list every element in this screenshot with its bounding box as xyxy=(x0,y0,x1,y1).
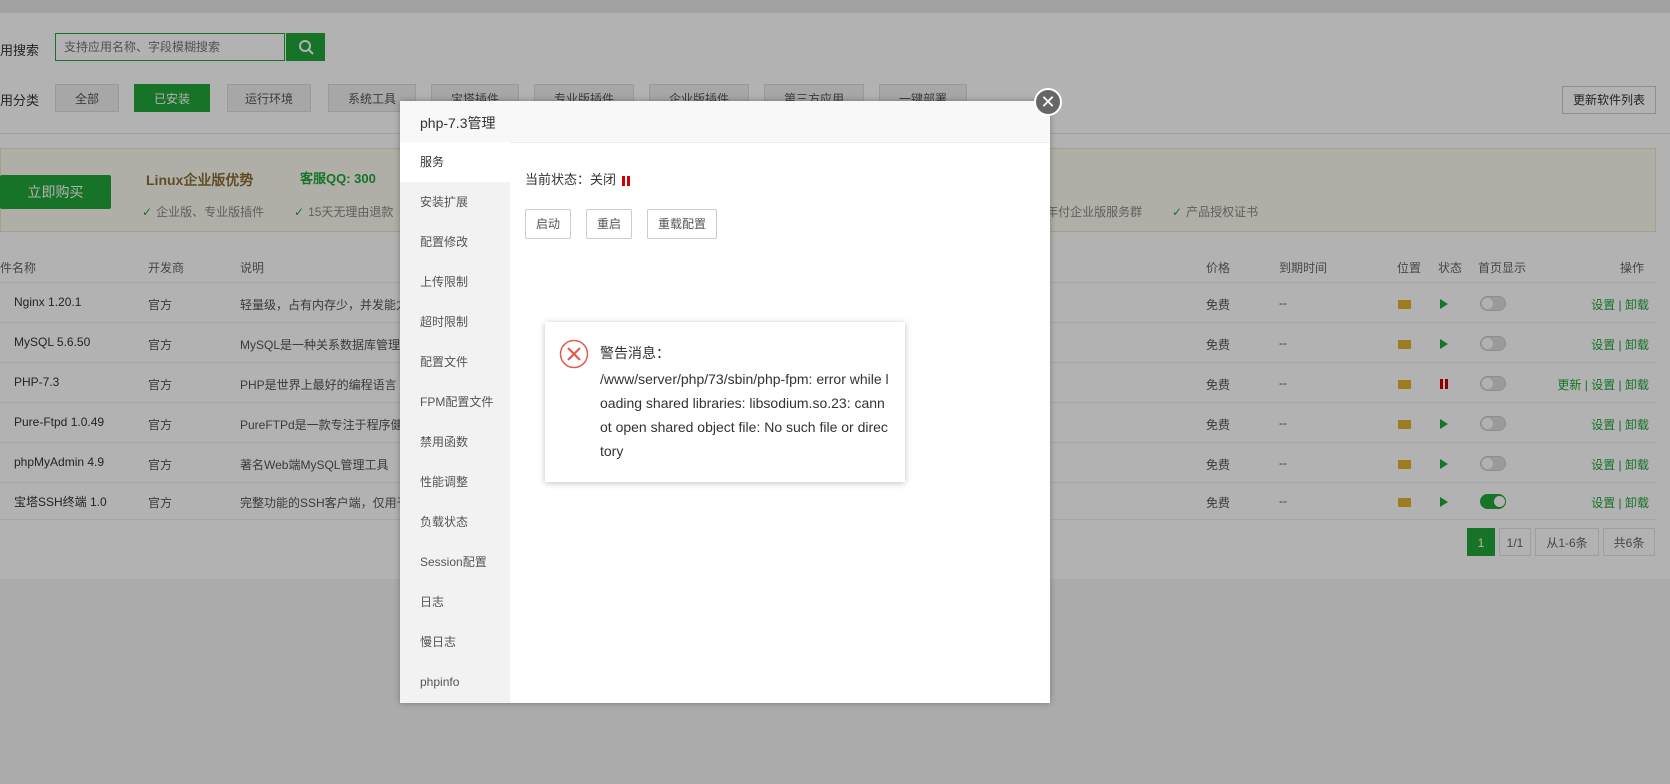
sidebar-item-install-extensions[interactable]: 安装扩展 xyxy=(400,182,510,222)
sidebar-item-slow-log[interactable]: 慢日志 xyxy=(400,622,510,662)
stopped-icon xyxy=(622,175,631,186)
sidebar-item-upload-limit[interactable]: 上传限制 xyxy=(400,262,510,302)
sidebar-item-disabled-functions[interactable]: 禁用函数 xyxy=(400,422,510,462)
close-icon[interactable]: ✕ xyxy=(1034,88,1062,116)
service-status: 当前状态：关闭 xyxy=(525,169,631,188)
sidebar-item-config-edit[interactable]: 配置修改 xyxy=(400,222,510,262)
error-alert: 警告消息： /www/server/php/73/sbin/php-fpm: e… xyxy=(545,322,905,482)
status-text: 当前状态：关闭 xyxy=(525,172,617,187)
sidebar-item-config-file[interactable]: 配置文件 xyxy=(400,342,510,382)
sidebar-item-timeout-limit[interactable]: 超时限制 xyxy=(400,302,510,342)
sidebar-item-load-status[interactable]: 负载状态 xyxy=(400,502,510,542)
reload-config-button[interactable]: 重载配置 xyxy=(647,209,717,239)
modal-header: php-7.3管理 xyxy=(400,101,1050,143)
sidebar-item-session-config[interactable]: Session配置 xyxy=(400,542,510,582)
alert-message: /www/server/php/73/sbin/php-fpm: error w… xyxy=(600,371,889,459)
modal-sidebar: 服务 安装扩展 配置修改 上传限制 超时限制 配置文件 FPM配置文件 禁用函数… xyxy=(400,142,510,703)
start-button[interactable]: 启动 xyxy=(525,209,571,239)
sidebar-item-fpm-config[interactable]: FPM配置文件 xyxy=(400,382,510,422)
error-icon xyxy=(559,339,589,369)
sidebar-item-service[interactable]: 服务 xyxy=(400,142,510,182)
restart-button[interactable]: 重启 xyxy=(586,209,632,239)
alert-title: 警告消息： xyxy=(600,345,670,361)
modal-title: php-7.3管理 xyxy=(420,115,496,131)
sidebar-item-performance[interactable]: 性能调整 xyxy=(400,462,510,502)
sidebar-item-log[interactable]: 日志 xyxy=(400,582,510,622)
sidebar-item-phpinfo[interactable]: phpinfo xyxy=(400,662,510,702)
